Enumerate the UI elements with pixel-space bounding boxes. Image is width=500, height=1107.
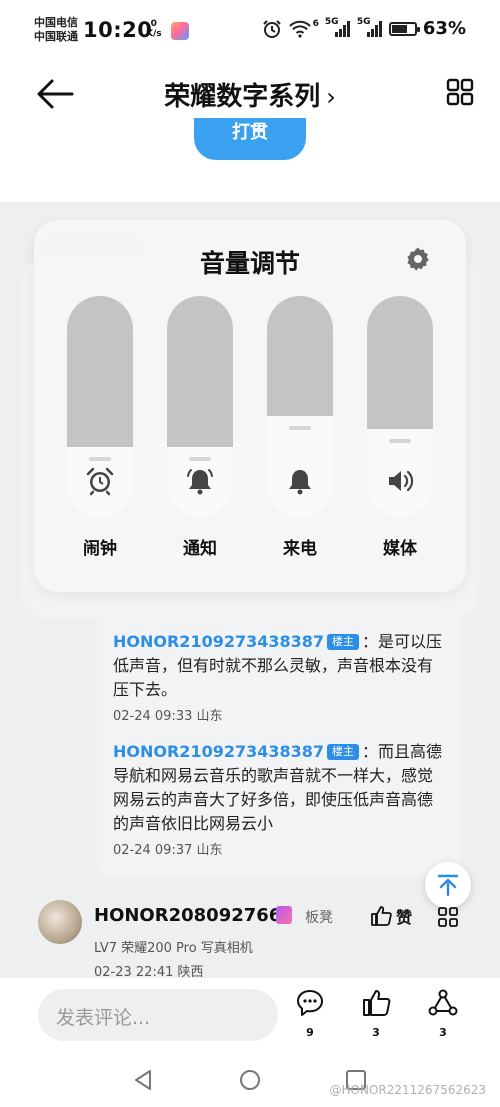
- nav-home-icon[interactable]: [239, 1069, 261, 1091]
- slider-fill: [267, 415, 333, 518]
- slider-fill: [367, 429, 433, 518]
- more-options-icon[interactable]: [438, 907, 458, 927]
- alarm-clock-icon: [86, 467, 114, 496]
- like-button[interactable]: 3: [356, 988, 396, 1039]
- sign-in-button[interactable]: 打贯: [194, 118, 306, 160]
- comment-like-button[interactable]: 赞: [370, 904, 412, 928]
- reply-thread: HONOR2109273438387 楼主 ：是可以压低声音，但有时就不那么灵敏，声…: [97, 612, 461, 875]
- system-nav-bar: @HONOR2211267562623: [0, 1049, 500, 1107]
- slider-knob[interactable]: [289, 425, 311, 430]
- top-nav-bar: 荣耀数字系列 ›: [0, 62, 500, 126]
- speaker-icon: [389, 470, 414, 492]
- ringtone-volume-slider[interactable]: [267, 296, 333, 518]
- page-title[interactable]: 荣耀数字系列 ›: [0, 76, 500, 113]
- signal-2-label: 5G: [356, 16, 371, 27]
- signal-2: 5G: [356, 16, 383, 39]
- volume-panel: 音量调节 闹钟 通知 来电 媒体: [34, 220, 466, 592]
- notification-bell-icon: [187, 469, 213, 495]
- wifi-icon: [288, 20, 311, 38]
- signal-1-label: 5G: [324, 16, 339, 27]
- battery-percent: 63%: [422, 18, 466, 39]
- reply-username[interactable]: HONOR2109273438387: [113, 632, 324, 651]
- volume-panel-title: 音量调节: [199, 249, 300, 278]
- user-level-device: LV7 荣耀200 Pro 写真相机: [94, 941, 253, 956]
- slider-knob[interactable]: [89, 456, 111, 461]
- like-label: 赞: [396, 908, 413, 927]
- nav-back-icon[interactable]: [132, 1069, 154, 1091]
- arrow-up-icon: [437, 874, 459, 897]
- floor-label: 板凳: [305, 910, 333, 926]
- reply-item: HONOR2109273438387 楼主 ：而且高德导航和网易云音乐的歌声音就不一…: [113, 740, 447, 860]
- ringtone-label: 来电: [283, 539, 317, 559]
- op-badge: 楼主: [327, 634, 360, 650]
- ringtone-bell-icon: [289, 470, 311, 495]
- reply-username[interactable]: HONOR2109273438387: [113, 742, 324, 761]
- notification-label: 通知: [183, 539, 217, 559]
- slider-knob[interactable]: [189, 456, 211, 461]
- speed-value: 0: [150, 19, 157, 29]
- comment-bubble-icon: [297, 990, 323, 1016]
- signal-1: 5G: [324, 16, 351, 39]
- watermark-text: @HONOR2211267562623: [329, 1083, 486, 1097]
- slider-fill: [167, 446, 233, 518]
- share-button[interactable]: 3: [423, 988, 463, 1039]
- alarm-label: 闹钟: [83, 539, 117, 559]
- status-icons: 6 5G 5G 63%: [261, 16, 466, 39]
- gallery-notification-icon: [171, 22, 189, 40]
- notification-volume-slider[interactable]: [167, 296, 233, 518]
- alarm-volume-slider[interactable]: [67, 296, 133, 518]
- alarm-status-icon: [262, 19, 281, 38]
- gear-icon[interactable]: [405, 246, 431, 272]
- comments-button[interactable]: 9: [290, 988, 330, 1039]
- speed-unit: K/s: [146, 29, 162, 39]
- thumbs-up-icon: [363, 990, 391, 1016]
- back-to-top-button[interactable]: [425, 862, 471, 908]
- slider-knob[interactable]: [389, 439, 411, 444]
- carrier-labels: 中国电信 中国联通: [34, 16, 78, 44]
- op-badge: 楼主: [327, 744, 360, 760]
- avatar[interactable]: [38, 900, 82, 944]
- media-volume-slider[interactable]: [367, 296, 433, 518]
- comment-username[interactable]: HONOR208092766: [94, 905, 281, 926]
- reply-body: HONOR2109273438387 楼主 ：是可以压低声音，但有时就不那么灵敏，声…: [113, 630, 447, 702]
- comment-count: 9: [306, 1026, 314, 1039]
- clock: 10:20: [83, 18, 153, 42]
- chevron-right-icon: ›: [326, 83, 336, 111]
- carrier-2: 中国联通: [34, 30, 78, 43]
- slider-fill: [67, 446, 133, 518]
- battery-icon: [388, 21, 420, 36]
- wifi-6-label: 6: [312, 18, 319, 29]
- reply-meta: 02-24 09:33 山东: [113, 709, 223, 724]
- reply-body: HONOR2109273438387 楼主 ：而且高德导航和网易云音乐的歌声音就不一…: [113, 740, 447, 836]
- network-speed: 0 K/s: [146, 19, 162, 39]
- comment-placeholder: 发表评论...: [56, 1007, 151, 1029]
- carrier-1: 中国电信: [34, 16, 78, 29]
- comment-input[interactable]: 发表评论...: [38, 989, 278, 1041]
- share-icon: [428, 989, 458, 1016]
- like-count: 3: [372, 1026, 380, 1039]
- page-title-text: 荣耀数字系列: [164, 82, 321, 112]
- reply-meta: 02-24 09:37 山东: [113, 843, 223, 858]
- user-badge-icon: [276, 906, 292, 924]
- grid-menu-icon[interactable]: [446, 78, 474, 106]
- reply-item: HONOR2109273438387 楼主 ：是可以压低声音，但有时就不那么灵敏，声…: [113, 630, 447, 726]
- thumbs-up-icon: [371, 906, 392, 926]
- share-count: 3: [439, 1026, 447, 1039]
- bottom-action-bar: 发表评论... 9 3 3: [0, 977, 500, 1050]
- status-bar: 中国电信 中国联通 10:20 0 K/s 6 5G 5G 63%: [0, 0, 500, 62]
- media-label: 媒体: [383, 539, 417, 559]
